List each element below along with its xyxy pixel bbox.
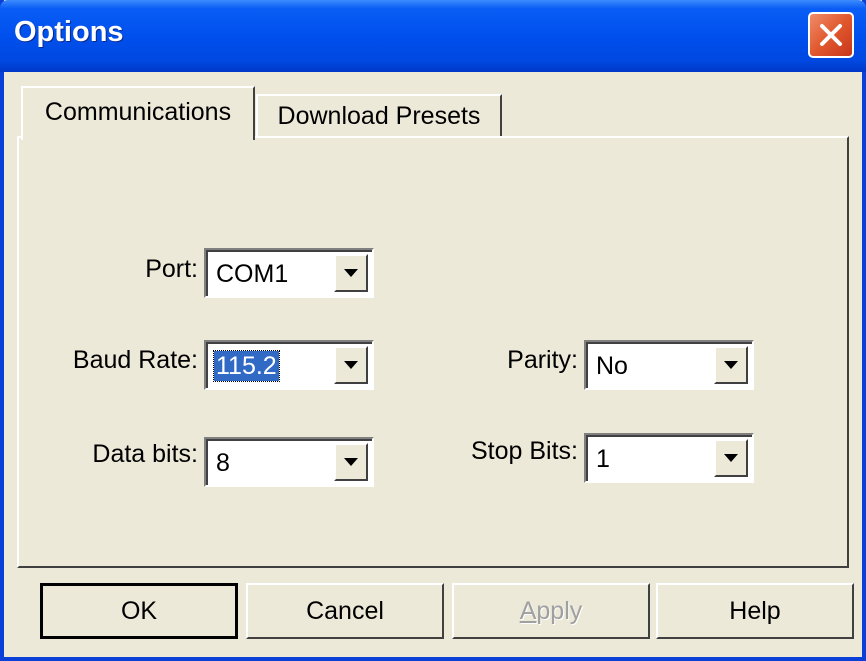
chevron-down-icon [724, 361, 738, 369]
apply-button-label: Apply [520, 597, 583, 626]
help-button-label: Help [729, 596, 781, 625]
close-icon [820, 24, 842, 46]
chevron-down-icon [344, 458, 358, 466]
stop-bits-value: 1 [596, 445, 610, 473]
data-bits-combobox[interactable]: 8 [204, 437, 374, 487]
stop-bits-label: Stop Bits: [471, 437, 578, 465]
window-title: Options [14, 16, 124, 48]
tab-download-presets-label: Download Presets [277, 102, 481, 130]
baud-rate-label: Baud Rate: [72, 346, 198, 374]
tab-communications[interactable]: Communications [21, 86, 255, 140]
parity-dropdown-button[interactable] [714, 346, 748, 384]
tab-communications-label: Communications [44, 98, 232, 126]
cancel-button-label: Cancel [306, 596, 384, 625]
data-bits-dropdown-button[interactable] [334, 443, 368, 481]
data-bits-value: 8 [216, 449, 230, 477]
chevron-down-icon [344, 361, 358, 369]
ok-button-label: OK [120, 596, 158, 625]
port-label: Port: [145, 255, 198, 283]
chevron-down-icon [344, 269, 358, 277]
chevron-down-icon [724, 454, 738, 462]
stop-bits-dropdown-button[interactable] [714, 439, 748, 477]
close-button[interactable] [808, 12, 854, 58]
apply-mnemonic: A [519, 596, 537, 625]
port-dropdown-button[interactable] [334, 254, 368, 292]
port-combobox[interactable]: COM1 [204, 248, 374, 298]
baud-rate-value: 115.2 [213, 350, 280, 382]
ok-button[interactable]: OK [40, 583, 238, 639]
parity-label: Parity: [507, 346, 578, 374]
tab-download-presets[interactable]: Download Presets [256, 94, 502, 136]
baud-rate-dropdown-button[interactable] [334, 346, 368, 384]
help-button[interactable]: Help [656, 583, 854, 639]
stop-bits-combobox[interactable]: 1 [584, 433, 754, 483]
cancel-button[interactable]: Cancel [246, 583, 444, 639]
apply-label-rest: pply [536, 596, 583, 625]
baud-rate-combobox[interactable]: 115.2 [204, 340, 374, 390]
apply-button[interactable]: Apply [452, 583, 650, 639]
data-bits-label: Data bits: [92, 440, 198, 468]
title-bar[interactable]: Options [0, 0, 866, 72]
parity-value: No [596, 352, 628, 380]
port-value: COM1 [216, 260, 289, 288]
parity-combobox[interactable]: No [584, 340, 754, 390]
